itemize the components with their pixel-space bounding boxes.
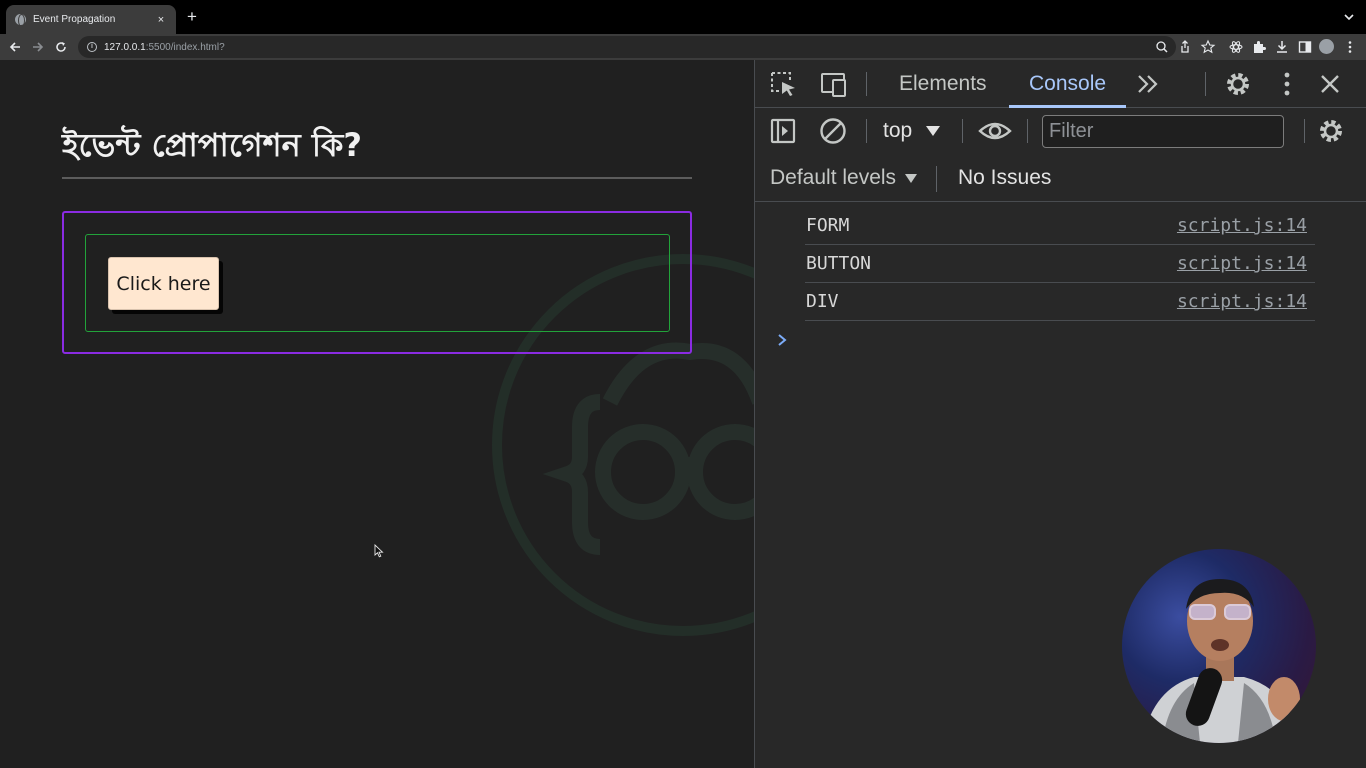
more-tabs-button[interactable]: [1135, 72, 1161, 96]
url-text[interactable]: 127.0.0.1:5500/index.html?: [104, 42, 225, 53]
bookmark-star-icon[interactable]: [1200, 39, 1216, 55]
tab-title: Event Propagation: [33, 14, 116, 25]
toolbar-divider: [1027, 119, 1028, 143]
settings-button[interactable]: [1223, 69, 1253, 99]
extensions-puzzle-icon[interactable]: [1251, 39, 1267, 55]
tab-search-chevron-icon[interactable]: [1342, 10, 1356, 24]
toolbar-divider: [962, 119, 963, 143]
heading-divider: [62, 177, 692, 179]
reload-button[interactable]: [52, 38, 70, 56]
back-button[interactable]: [6, 38, 24, 56]
browser-tab[interactable]: Event Propagation ×: [6, 5, 176, 34]
share-icon[interactable]: [1177, 39, 1193, 55]
log-levels-dropdown[interactable]: Default levels: [770, 166, 918, 190]
console-message-text: FORM: [806, 215, 850, 236]
arrow-right-icon: [33, 42, 44, 52]
console-message-text: DIV: [806, 291, 839, 312]
zoom-icon[interactable]: [1154, 39, 1170, 55]
presenter-silhouette-icon: [1142, 579, 1300, 743]
mouse-cursor-icon: [374, 544, 384, 558]
source-link[interactable]: script.js:14: [1177, 291, 1307, 312]
console-settings-button[interactable]: [1316, 117, 1346, 145]
context-selector[interactable]: top: [883, 119, 941, 143]
source-link[interactable]: script.js:14: [1177, 215, 1307, 236]
forward-button[interactable]: [29, 38, 47, 56]
toolbar-divider: [1205, 72, 1206, 96]
toolbar-divider: [866, 119, 867, 143]
browser-toolbar: i 127.0.0.1:5500/index.html?: [0, 34, 1366, 60]
form-container[interactable]: Click here: [85, 234, 670, 332]
click-here-button[interactable]: Click here: [108, 257, 219, 310]
toolbar-divider: [866, 72, 867, 96]
browser-tab-strip: Event Propagation × +: [0, 0, 1366, 34]
source-link[interactable]: script.js:14: [1177, 253, 1307, 274]
console-message-text: BUTTON: [806, 253, 872, 274]
close-icon: [1321, 75, 1339, 93]
globe-icon: [15, 14, 26, 27]
sidebar-toggle-button[interactable]: [769, 117, 797, 145]
console-messages: FORM script.js:14 BUTTON script.js:14 DI…: [805, 207, 1315, 321]
console-message: DIV script.js:14: [805, 283, 1315, 321]
clear-circle-slash-icon: [820, 118, 846, 144]
log-levels-label: Default levels: [770, 166, 897, 189]
close-devtools-button[interactable]: [1317, 71, 1343, 97]
react-devtools-icon[interactable]: [1228, 39, 1244, 55]
page-heading: ইভেন্ট প্রোপাগেশন কি?: [62, 126, 362, 164]
issues-counter[interactable]: No Issues: [958, 166, 1051, 190]
context-selector-label: top: [883, 119, 913, 142]
side-panel-icon[interactable]: [1297, 39, 1313, 55]
double-chevron-right-icon: [1138, 75, 1158, 93]
dropdown-caret-icon: [926, 126, 941, 136]
console-prompt-chevron-icon[interactable]: [775, 332, 789, 348]
device-icon: [821, 73, 846, 97]
live-expression-button[interactable]: [977, 117, 1013, 145]
toolbar-divider: [936, 166, 937, 192]
sidebar-toggle-icon: [770, 118, 796, 144]
gear-icon: [1320, 120, 1342, 142]
tab-elements[interactable]: Elements: [899, 60, 987, 108]
site-info-icon[interactable]: i: [87, 42, 97, 52]
filter-input[interactable]: [1042, 115, 1284, 148]
outer-div-container[interactable]: Click here: [62, 211, 692, 354]
gear-icon: [1227, 73, 1249, 95]
console-message: FORM script.js:14: [805, 207, 1315, 245]
page-viewport: ইভেন্ট প্রোপাগেশন কি? Click here: [0, 60, 754, 768]
arrow-left-icon: [9, 42, 20, 52]
dropdown-caret-icon: [905, 173, 918, 183]
devtools-tab-bar: Elements Console: [755, 60, 1366, 108]
clear-console-button[interactable]: [819, 117, 847, 145]
customize-menu-button[interactable]: [1275, 70, 1299, 98]
inspect-element-button[interactable]: [769, 70, 799, 98]
vertical-dots-icon: [1284, 72, 1290, 96]
console-levels-bar: Default levels No Issues: [755, 154, 1366, 202]
tab-console[interactable]: Console: [1008, 60, 1127, 108]
presenter-webcam: [1122, 549, 1316, 743]
tab-close-icon[interactable]: ×: [155, 14, 167, 26]
more-menu-icon[interactable]: [1342, 39, 1358, 55]
eye-icon: [978, 122, 1012, 140]
profile-avatar[interactable]: [1319, 39, 1334, 54]
toolbar-divider: [1304, 119, 1305, 143]
new-tab-button[interactable]: +: [184, 8, 200, 26]
address-bar[interactable]: i 127.0.0.1:5500/index.html?: [78, 36, 1176, 58]
device-toolbar-button[interactable]: [819, 71, 849, 97]
download-icon[interactable]: [1274, 39, 1290, 55]
console-message: BUTTON script.js:14: [805, 245, 1315, 283]
reload-icon: [56, 42, 66, 52]
inspect-icon: [771, 72, 795, 96]
console-toolbar: top: [755, 108, 1366, 154]
